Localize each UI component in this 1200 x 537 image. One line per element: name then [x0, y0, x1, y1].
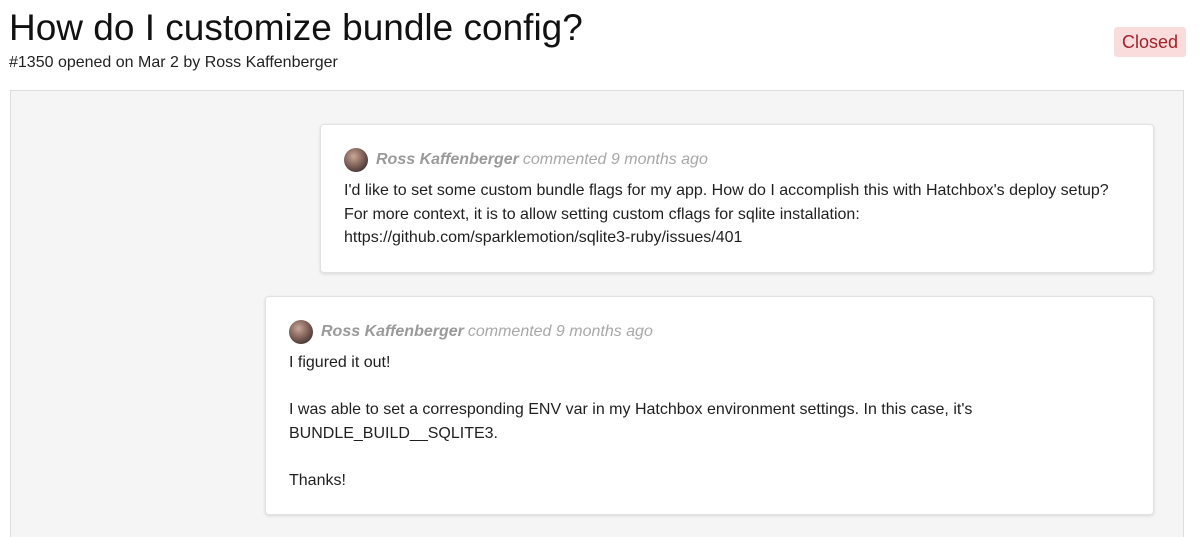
- avatar-icon[interactable]: [344, 148, 368, 172]
- comment-paragraph: I was able to set a corresponding ENV va…: [289, 401, 973, 442]
- comment-timestamp: commented 9 months ago: [467, 323, 653, 340]
- comment-card: Ross Kaffenberger commented 9 months ago…: [265, 296, 1154, 515]
- comment-author[interactable]: Ross Kaffenberger: [376, 151, 519, 169]
- comment-header: Ross Kaffenberger commented 9 months ago: [344, 148, 708, 172]
- status-badge: Closed: [1114, 27, 1187, 57]
- issue-meta: #1350 opened on Mar 2 by Ross Kaffenberg…: [9, 54, 338, 71]
- comment-header: Ross Kaffenberger commented 9 months ago: [289, 320, 653, 344]
- issue-page: How do I customize bundle config? #1350 …: [0, 0, 1200, 537]
- comment-body: I'd like to set some custom bundle flags…: [344, 179, 1134, 250]
- comment-author[interactable]: Ross Kaffenberger: [321, 323, 464, 341]
- comment-paragraph: I'd like to set some custom bundle flags…: [344, 182, 1109, 246]
- comment-card: Ross Kaffenberger commented 9 months ago…: [320, 124, 1154, 273]
- comment-paragraph: I figured it out!: [289, 354, 391, 371]
- issue-title: How do I customize bundle config?: [9, 7, 583, 48]
- comment-timestamp: commented 9 months ago: [522, 151, 708, 168]
- comment-thread: Ross Kaffenberger commented 9 months ago…: [10, 90, 1184, 537]
- avatar-icon[interactable]: [289, 320, 313, 344]
- comment-body: I figured it out! I was able to set a co…: [289, 351, 1129, 492]
- comment-paragraph: Thanks!: [289, 471, 346, 489]
